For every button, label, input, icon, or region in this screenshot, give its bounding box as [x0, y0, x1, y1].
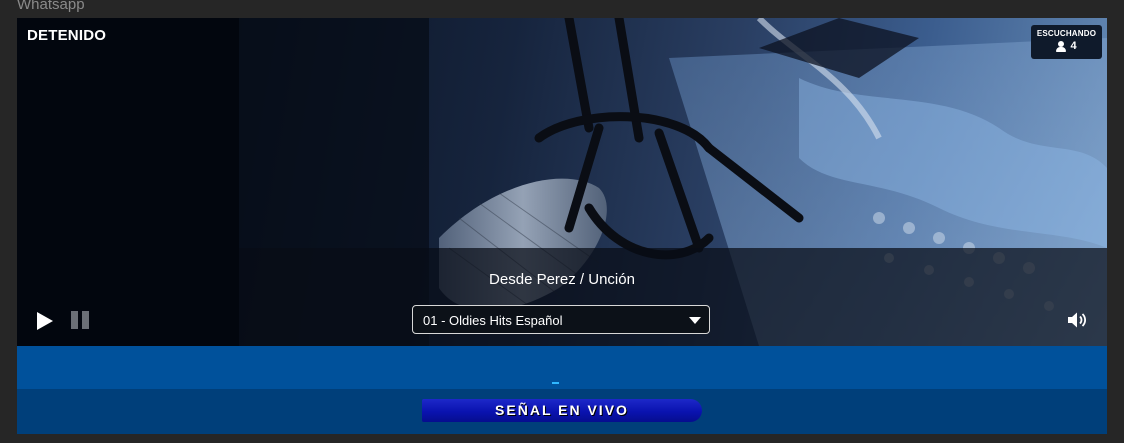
info-band — [17, 346, 1107, 389]
pause-icon-bar-right — [82, 311, 89, 329]
play-icon — [37, 312, 53, 330]
whatsapp-label[interactable]: Whatsapp — [17, 0, 85, 14]
volume-button[interactable] — [1067, 311, 1089, 329]
player-background-left — [17, 18, 239, 346]
live-signal-banner[interactable]: SEÑAL EN VIVO — [422, 399, 702, 422]
user-icon — [1056, 40, 1067, 52]
listeners-row: 4 — [1031, 40, 1102, 52]
chevron-down-icon — [689, 317, 701, 324]
radio-player: DETENIDO ESCUCHANDO 4 Desde Perez / Unci… — [17, 18, 1107, 346]
listeners-count: 4 — [1070, 40, 1077, 52]
listeners-badge: ESCUCHANDO 4 — [1031, 25, 1102, 59]
volume-icon — [1068, 312, 1087, 328]
play-button[interactable] — [34, 310, 56, 332]
separator-dash — [552, 382, 559, 384]
station-title: Desde Perez / Unción — [489, 271, 635, 288]
listeners-label: ESCUCHANDO — [1036, 29, 1097, 38]
playback-status: DETENIDO — [27, 27, 107, 44]
track-select-value: 01 - Oldies Hits Español — [423, 313, 563, 328]
pause-icon-bar-left — [71, 311, 78, 329]
pause-button[interactable] — [71, 311, 93, 331]
track-select[interactable]: 01 - Oldies Hits Español — [412, 305, 710, 334]
live-band: SEÑAL EN VIVO — [17, 389, 1107, 434]
